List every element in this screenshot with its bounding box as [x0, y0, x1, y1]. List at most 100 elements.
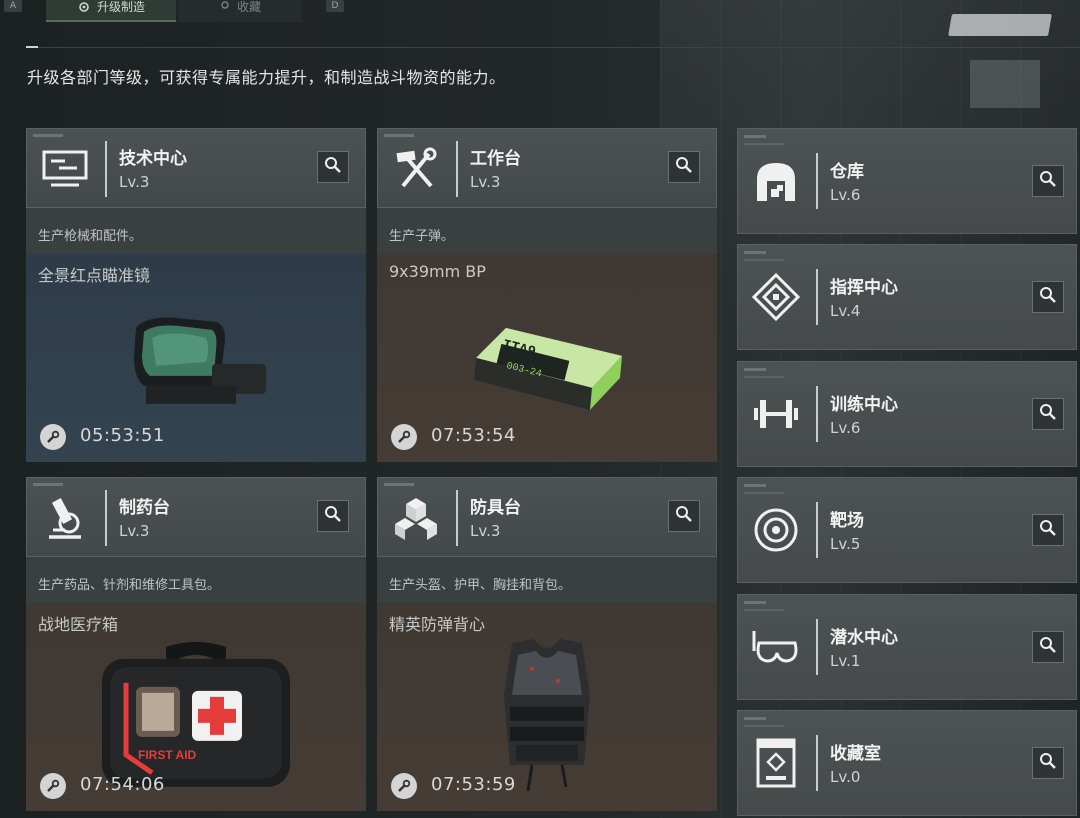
intro-text: 升级各部门等级，可获得专属能力提升，和制造战斗物资的能力。 — [27, 68, 506, 87]
card-decor — [744, 609, 784, 611]
station-level: Lv.3 — [119, 173, 150, 191]
header-decor — [33, 134, 63, 137]
header-separator — [456, 141, 458, 197]
search-button[interactable] — [1032, 631, 1064, 663]
card-decor — [744, 251, 766, 254]
top-tab-bar: A 升级制造 收藏 D — [0, 0, 1080, 24]
side-station-shooting-range[interactable]: 靶场 Lv.5 — [737, 477, 1077, 583]
search-button[interactable] — [317, 151, 349, 183]
crafting-slot[interactable]: 战地医疗箱 FIRST AID 07:54:06 — [26, 603, 366, 811]
wall-panel — [970, 60, 1040, 108]
header-separator — [105, 490, 107, 546]
card-separator — [816, 386, 818, 442]
station-name: 制药台 — [119, 498, 170, 518]
target-icon — [750, 504, 802, 556]
station-level: Lv.1 — [830, 652, 861, 670]
search-button[interactable] — [668, 151, 700, 183]
side-station-training-center[interactable]: 训练中心 Lv.6 — [737, 361, 1077, 467]
search-button[interactable] — [1032, 165, 1064, 197]
header-divider-accent — [26, 46, 38, 48]
tab-collection-label: 收藏 — [236, 0, 261, 14]
card-decor — [744, 601, 766, 604]
station-level: Lv.6 — [830, 186, 861, 204]
station-armor-bench: 防具台 Lv.3 生产头盔、护甲、胸挂和背包。 精英防弹背心 07:53:59 — [377, 477, 717, 811]
search-button[interactable] — [1032, 398, 1064, 430]
card-decor — [744, 717, 766, 720]
wrench-icon — [40, 424, 66, 450]
craft-item-name: 精英防弹背心 — [389, 615, 486, 634]
card-decor — [744, 725, 784, 727]
station-level: Lv.4 — [830, 302, 861, 320]
search-icon — [675, 156, 693, 178]
card-decor — [744, 259, 784, 261]
collection-icon — [219, 0, 231, 15]
crafting-slot[interactable]: 精英防弹背心 07:53:59 — [377, 603, 717, 811]
station-name: 潜水中心 — [830, 628, 898, 648]
craft-timer: 07:53:59 — [431, 774, 516, 795]
search-button[interactable] — [1032, 747, 1064, 779]
header-decor — [384, 134, 414, 137]
key-hint-d: D — [326, 0, 344, 12]
card-decor — [744, 376, 784, 378]
search-icon — [1039, 170, 1057, 192]
station-name: 仓库 — [830, 162, 864, 182]
station-name: 指挥中心 — [830, 278, 898, 298]
station-name: 靶场 — [830, 511, 864, 531]
card-decor — [744, 484, 766, 487]
station-description: 生产子弹。 — [377, 208, 717, 254]
search-button[interactable] — [1032, 281, 1064, 313]
search-icon — [1039, 519, 1057, 541]
header-decor — [384, 483, 414, 486]
diving-mask-icon — [750, 621, 802, 673]
search-icon — [1039, 403, 1057, 425]
station-description: 生产头盔、护甲、胸挂和背包。 — [377, 557, 717, 603]
station-header[interactable]: 防具台 Lv.3 — [377, 477, 717, 557]
station-level: Lv.0 — [830, 768, 861, 786]
station-level: Lv.6 — [830, 419, 861, 437]
side-station-command-center[interactable]: 指挥中心 Lv.4 — [737, 244, 1077, 350]
station-level: Lv.3 — [470, 522, 501, 540]
craft-timer: 07:54:06 — [80, 774, 165, 795]
search-icon — [324, 505, 342, 527]
side-station-warehouse[interactable]: 仓库 Lv.6 — [737, 128, 1077, 234]
search-icon — [1039, 636, 1057, 658]
station-workbench: 工作台 Lv.3 生产子弹。 9x39mm BP ITA9 003-24 07:… — [377, 128, 717, 462]
card-separator — [816, 619, 818, 675]
tab-upgrade-craft[interactable]: 升级制造 — [46, 0, 176, 22]
header-divider — [26, 47, 1080, 48]
crafting-slot[interactable]: 9x39mm BP ITA9 003-24 07:53:54 — [377, 254, 717, 462]
side-station-diving-center[interactable]: 潜水中心 Lv.1 — [737, 594, 1077, 700]
search-icon — [324, 156, 342, 178]
search-button[interactable] — [317, 500, 349, 532]
search-button[interactable] — [668, 500, 700, 532]
station-header[interactable]: 制药台 Lv.3 — [26, 477, 366, 557]
card-decor — [744, 135, 766, 138]
station-name: 技术中心 — [119, 149, 187, 169]
key-hint-a: A — [4, 0, 22, 12]
station-level: Lv.5 — [830, 535, 861, 553]
craft-timer: 07:53:54 — [431, 425, 516, 446]
craft-item-name: 9x39mm BP — [389, 262, 486, 281]
side-station-collection-room[interactable]: 收藏室 Lv.0 — [737, 710, 1077, 816]
card-decor — [744, 492, 784, 494]
microscope-icon — [37, 494, 93, 542]
craft-item-name: 战地医疗箱 — [38, 615, 119, 634]
dumbbell-icon — [750, 388, 802, 440]
crafting-slot[interactable]: 全景红点瞄准镜 05:53:51 — [26, 254, 366, 462]
station-name: 收藏室 — [830, 744, 881, 764]
station-name: 防具台 — [470, 498, 521, 518]
display-case-icon — [750, 737, 802, 789]
station-header[interactable]: 技术中心 Lv.3 — [26, 128, 366, 208]
hammer-wrench-icon — [388, 145, 444, 193]
ammo-box-image: ITA9 003-24 — [462, 308, 632, 422]
header-separator — [105, 141, 107, 197]
command-icon — [750, 271, 802, 323]
tab-upgrade-craft-label: 升级制造 — [96, 0, 145, 14]
header-separator — [456, 490, 458, 546]
gear-icon — [77, 0, 91, 17]
tab-collection[interactable]: 收藏 — [178, 0, 302, 22]
station-description: 生产枪械和配件。 — [26, 208, 366, 254]
station-header[interactable]: 工作台 Lv.3 — [377, 128, 717, 208]
station-level: Lv.3 — [119, 522, 150, 540]
search-button[interactable] — [1032, 514, 1064, 546]
